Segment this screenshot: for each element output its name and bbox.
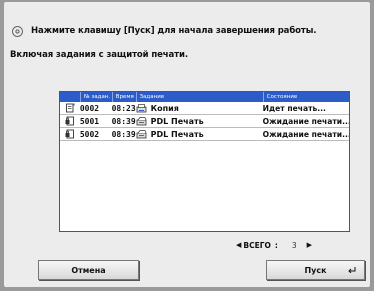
job-name: Копия [136, 104, 263, 113]
column-header-job-number: № задан. [79, 92, 112, 102]
job-name-text: PDL Печать [150, 116, 204, 126]
prev-page-icon[interactable]: ◀ [236, 241, 241, 249]
job-table: № задан. Время Задание Состояние 0002 08… [59, 91, 350, 232]
job-time: 08:39 [111, 116, 136, 126]
secure-print-icon [60, 116, 80, 126]
enter-icon [348, 266, 356, 275]
pager: ◀ ВСЕГО : 3 ▶ [236, 240, 312, 250]
table-row[interactable]: 5001 08:39 PDL Печать Ожидание печати... [60, 115, 349, 128]
dialog-panel: Нажмите клавишу [Пуск] для начала заверш… [4, 2, 370, 287]
cancel-button[interactable]: Отмена [38, 260, 139, 280]
job-number: 5002 [79, 129, 100, 139]
instruction-message: Нажмите клавишу [Пуск] для начала заверш… [31, 26, 317, 36]
secure-print-note: Включая задания с защитой печати. [10, 50, 188, 60]
start-button[interactable]: Пуск [266, 260, 365, 280]
start-button-label: Пуск [304, 265, 327, 275]
total-label: ВСЕГО [243, 240, 271, 250]
column-header-time: Время [111, 92, 136, 102]
job-name: PDL Печать [136, 117, 263, 126]
secure-print-icon [60, 129, 80, 139]
copy-job-icon [60, 103, 80, 113]
job-time: 08:39 [111, 129, 136, 139]
job-name: PDL Печать [136, 130, 263, 139]
cancel-button-label: Отмена [71, 265, 106, 275]
message-row: Нажмите клавишу [Пуск] для начала заверш… [10, 24, 317, 38]
table-row[interactable]: 5002 08:39 PDL Печать Ожидание печати... [60, 128, 349, 141]
next-page-icon[interactable]: ▶ [307, 241, 312, 249]
table-header: № задан. Время Задание Состояние [60, 92, 349, 102]
job-name-text: Копия [150, 103, 179, 113]
total-count: 3 [291, 240, 297, 250]
job-number: 0002 [79, 103, 100, 113]
job-status: Ожидание печати... [262, 116, 349, 126]
info-icon [12, 25, 23, 37]
job-name-text: PDL Печать [150, 129, 204, 139]
copy-icon [136, 103, 147, 113]
job-status: Ожидание печати... [262, 129, 349, 139]
job-status: Идет печать... [262, 103, 326, 113]
pdl-print-icon [136, 116, 147, 126]
job-time: 08:23 [111, 103, 136, 113]
column-header-icon [60, 92, 80, 102]
total-separator: : [274, 240, 278, 250]
column-header-job: Задание [135, 92, 263, 102]
pdl-print-icon [136, 129, 147, 139]
job-number: 5001 [79, 116, 100, 126]
table-row[interactable]: 0002 08:23 Копия Идет печать... [60, 102, 349, 115]
column-header-status: Состояние [262, 92, 349, 102]
